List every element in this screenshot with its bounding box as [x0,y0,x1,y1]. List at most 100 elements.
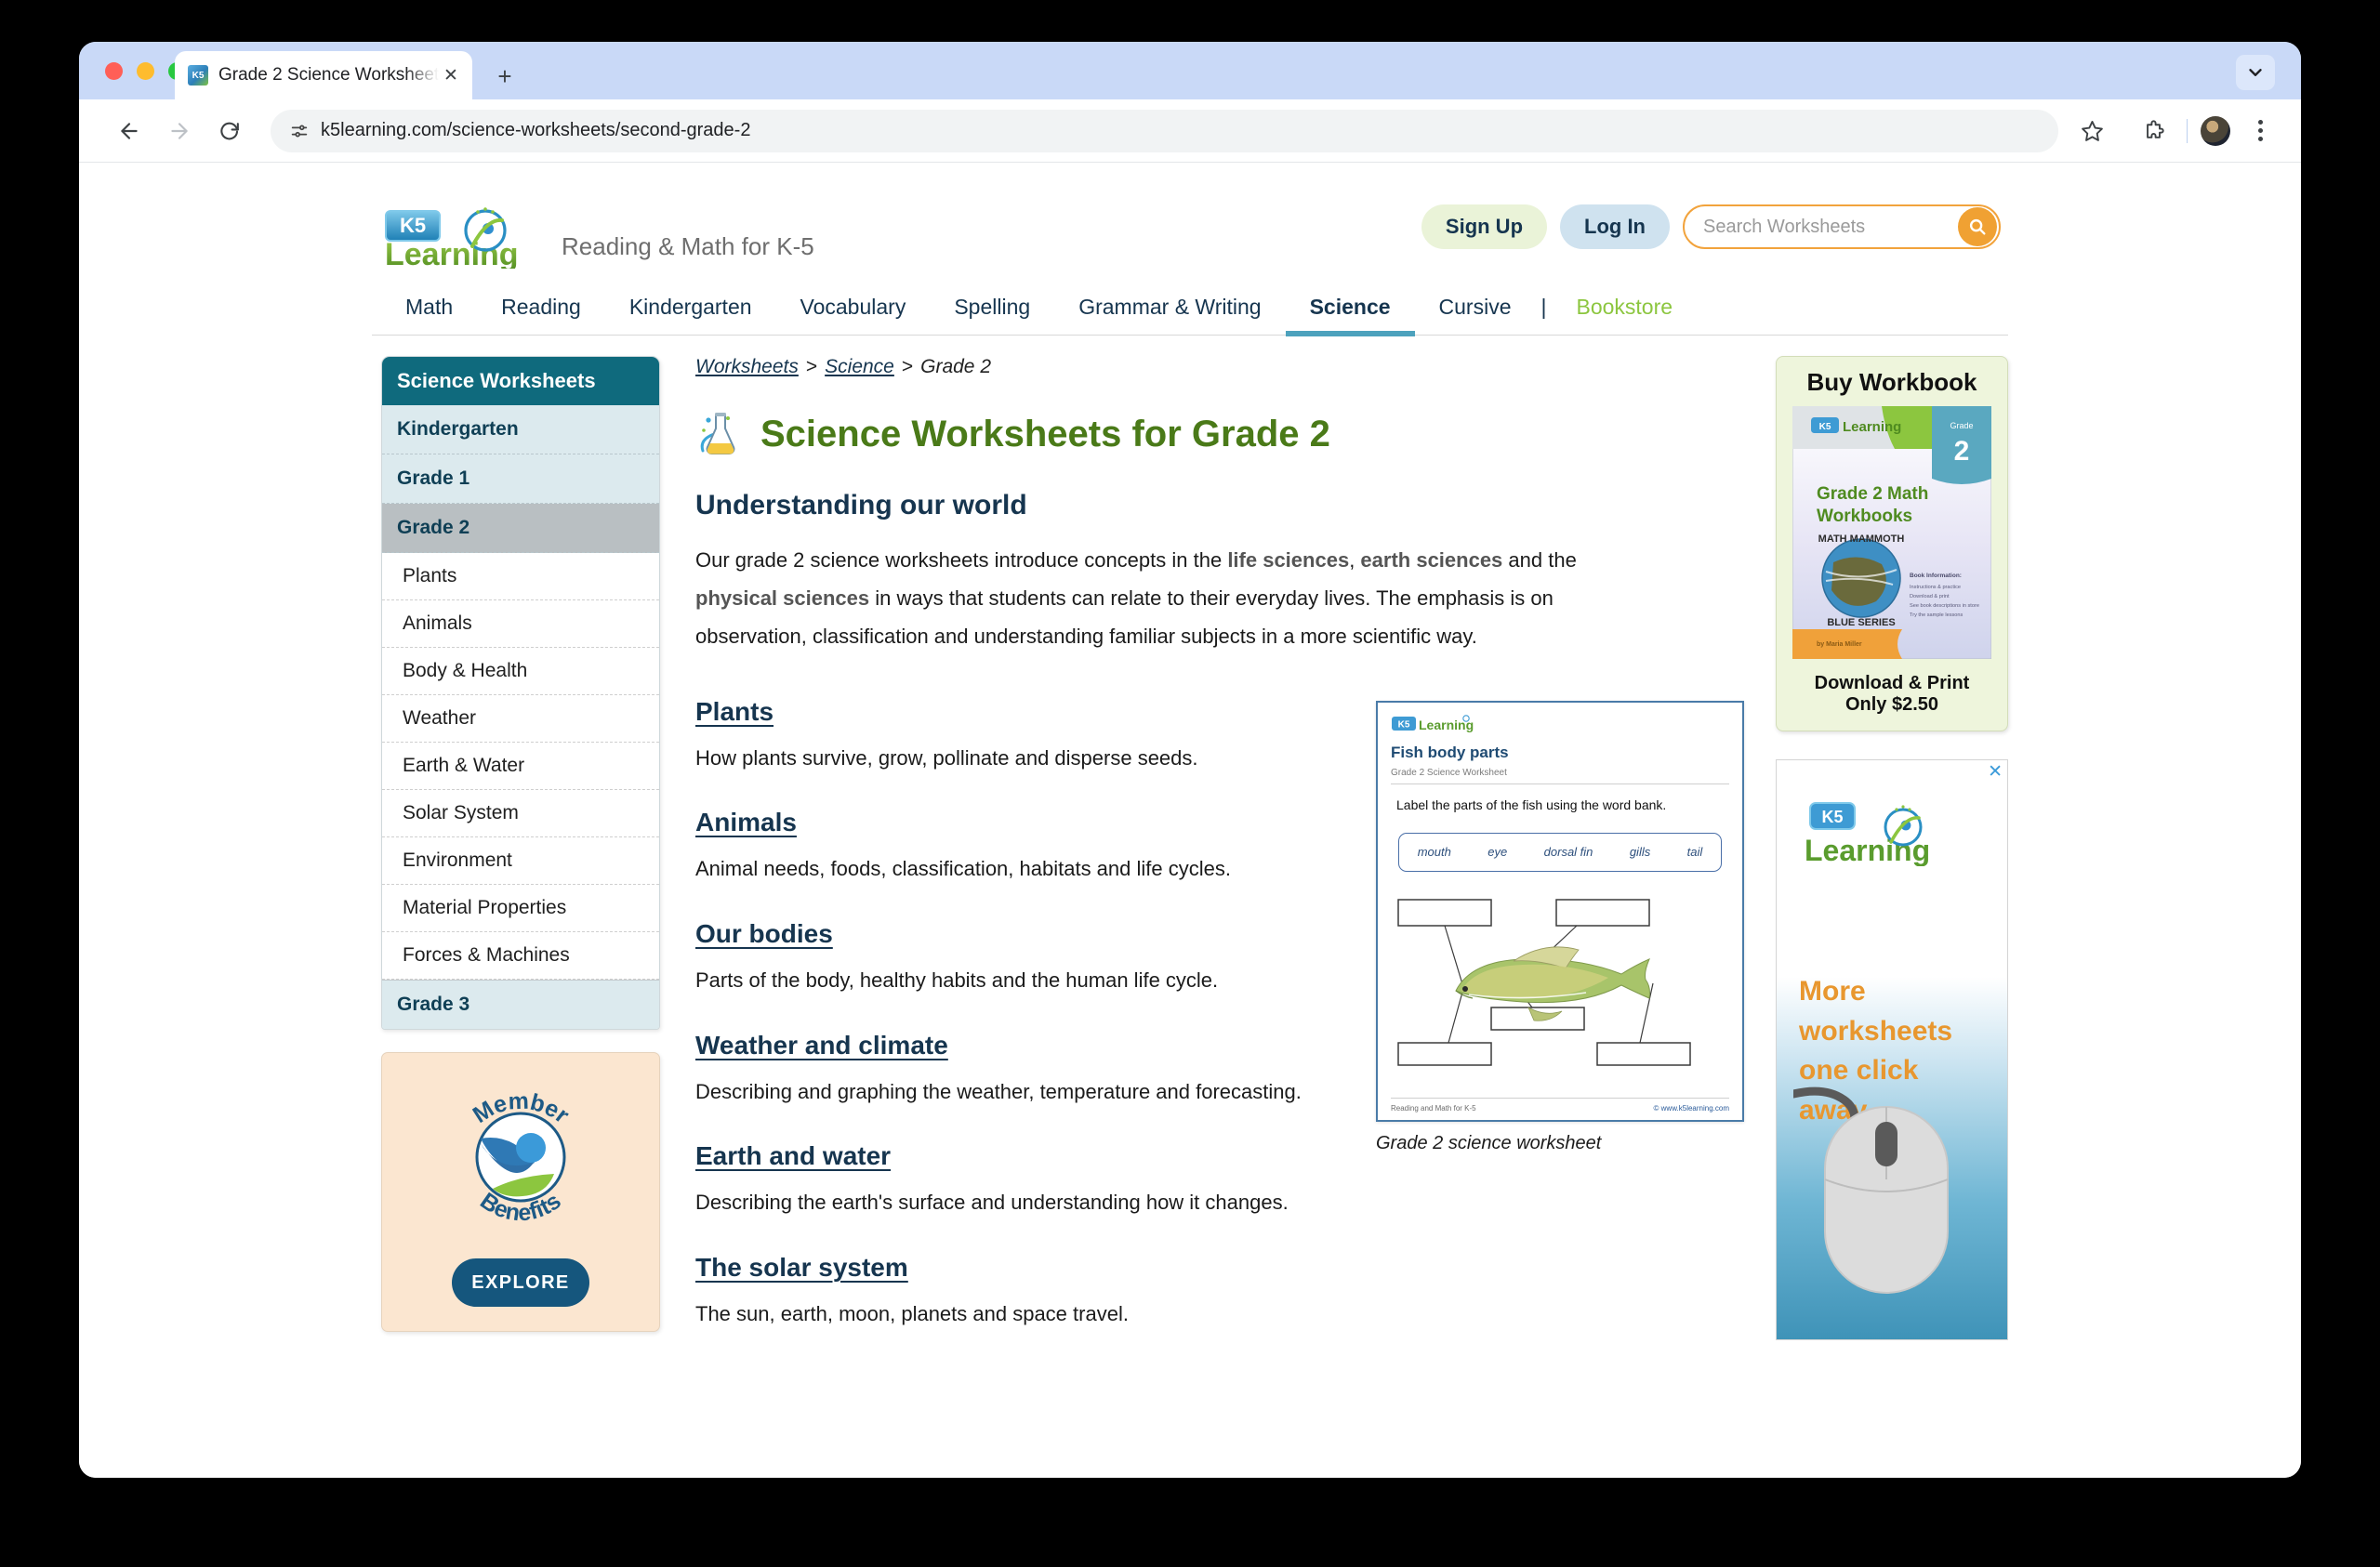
sidebar-item-environment[interactable]: Environment [382,837,659,885]
figure-caption: Grade 2 science worksheet [1376,1132,1602,1153]
sidebar-item-earth-water[interactable]: Earth & Water [382,743,659,790]
new-tab-button[interactable]: + [491,62,519,90]
header-actions: Sign Up Log In [1421,204,2001,249]
site-header: K5 Learning Reading & Math for K-5 Sign … [372,163,2008,283]
nav-item-bookstore[interactable]: Bookstore [1552,295,1697,335]
sidebar-item-plants[interactable]: Plants [382,553,659,600]
content-area: Science Worksheets Kindergarten Grade 1 Gr… [372,336,2008,1363]
nav-item-science[interactable]: Science [1285,295,1415,336]
topic-link-our-bodies[interactable]: Our bodies [695,919,833,949]
page-title: Science Worksheets for Grade 2 [760,413,1330,454]
browser-tab[interactable]: K5 Grade 2 Science Worksheets ✕ [175,51,472,99]
back-icon[interactable] [109,111,150,151]
topic-description: How plants survive, grow, pollinate and … [695,745,1198,770]
sidebar-item-grade-2[interactable]: Grade 2 [382,504,659,553]
svg-text:Learning: Learning [1419,718,1474,732]
worksheet-preview[interactable]: K5 Learning Fish body parts Grade 2 Scie… [1376,700,1744,1122]
intro-paragraph: Our grade 2 science worksheets introduce… [695,542,1658,656]
chevron-down-icon[interactable] [2236,55,2275,90]
svg-text:2: 2 [1954,436,1970,467]
puzzle-icon[interactable] [2133,111,2174,151]
topic-link-the-solar-system[interactable]: The solar system [695,1253,908,1283]
topic-link-plants[interactable]: Plants [695,697,774,727]
worksheet-footer-left: Reading and Math for K-5 [1391,1103,1476,1113]
buy-workbook-footer-1: Download & Print [1814,673,1970,693]
topic-block: Our bodies Parts of the body, healthy hab… [695,919,1328,997]
computer-mouse-icon [1793,1086,1949,1294]
nav-item-kindergarten[interactable]: Kindergarten [605,295,776,335]
k5-learning-logo-icon: K5 Learning [385,207,519,269]
site-logo[interactable]: K5 Learning Reading & Math for K-5 [381,204,814,269]
nav-item-reading[interactable]: Reading [477,295,605,335]
breadcrumb-separator: > [805,356,818,377]
avatar[interactable] [2201,115,2230,146]
three-dots-icon[interactable] [2241,111,2279,151]
advertisement-panel[interactable]: ✕ K5 Learning More worksheets one click awa… [1776,759,2008,1340]
member-benefits-card[interactable]: Member Benefits EXPLORE [381,1052,660,1332]
url-text: k5learning.com/science-worksheets/second… [321,120,751,140]
buy-workbook-title: Buy Workbook [1806,368,1977,396]
nav-item-grammar-writing[interactable]: Grammar & Writing [1054,295,1285,335]
word-bank-item: gills [1629,845,1651,860]
search-box[interactable] [1683,204,2001,249]
breadcrumb-item-worksheets[interactable]: Worksheets [695,356,799,377]
topic-block: Earth and water Describing the earth's su… [695,1141,1328,1219]
breadcrumb-item-science[interactable]: Science [825,356,894,377]
close-icon[interactable]: ✕ [1988,763,2003,781]
breadcrumb: Worksheets > Science > Grade 2 [695,356,1748,378]
reload-icon[interactable] [209,111,250,151]
sidebar-item-grade-3[interactable]: Grade 3 [382,980,659,1029]
topic-description: Describing the earth's surface and under… [695,1191,1289,1215]
sidebar-item-animals[interactable]: Animals [382,600,659,648]
star-icon[interactable] [2071,111,2112,151]
nav-item-spelling[interactable]: Spelling [930,295,1054,335]
tab-strip: K5 Grade 2 Science Worksheets ✕ + [79,42,2301,99]
log-in-button[interactable]: Log In [1560,204,1670,249]
web-page: K5 Learning Reading & Math for K-5 Sign … [79,163,2301,1363]
worksheet-footer-right: © www.k5learning.com [1653,1103,1729,1113]
close-window-button[interactable] [105,62,123,80]
intro-part2: , [1349,548,1361,572]
topic-link-weather-and-climate[interactable]: Weather and climate [695,1031,948,1060]
sidebar-item-weather[interactable]: Weather [382,695,659,743]
topic-block: Animals Animal needs, foods, classificati… [695,808,1328,886]
nav-item-math[interactable]: Math [381,295,477,335]
svg-text:Download & print: Download & print [1910,594,1950,599]
tab-close-icon[interactable]: ✕ [439,63,463,87]
nav-separator: | [1540,295,1547,319]
sidebar-item-solar-system[interactable]: Solar System [382,790,659,837]
word-bank-item: dorsal fin [1543,845,1593,860]
forward-icon[interactable] [159,111,200,151]
site-settings-icon[interactable] [287,119,311,143]
search-input[interactable] [1703,216,1936,238]
sidebar-item-body-health[interactable]: Body & Health [382,648,659,695]
sign-up-button[interactable]: Sign Up [1421,204,1548,249]
workbook-cover-image: Grade 2 K5 Learning Grade 2 Math Workboo… [1792,405,1992,660]
explore-button[interactable]: EXPLORE [452,1258,589,1307]
buy-workbook-card[interactable]: Buy Workbook Grade 2 K5 Learning Grade 2… [1776,356,2008,731]
window-controls [105,62,186,80]
sidebar-heading: Science Worksheets [382,357,659,405]
svg-text:Grade: Grade [1950,421,1973,430]
topic-block: Weather and climate Describing and graphi… [695,1031,1328,1109]
sidebar-item-kindergarten[interactable]: Kindergarten [382,405,659,454]
nav-item-vocabulary[interactable]: Vocabulary [776,295,931,335]
tab-title: Grade 2 Science Worksheets [218,65,439,85]
svg-text:K5: K5 [1398,719,1410,730]
search-icon[interactable] [1958,207,1997,246]
svg-text:K5: K5 [400,214,426,237]
svg-text:See book descriptions in store: See book descriptions in store [1910,603,1979,609]
topic-block: Plants How plants survive, grow, pollinat… [695,697,1328,775]
sidebar-item-forces-machines[interactable]: Forces & Machines [382,932,659,980]
worksheet-footer: Reading and Math for K-5 © www.k5learnin… [1391,1097,1729,1113]
topic-link-earth-and-water[interactable]: Earth and water [695,1141,891,1171]
sidebar-item-material-properties[interactable]: Material Properties [382,885,659,932]
svg-text:BLUE SERIES: BLUE SERIES [1827,617,1895,628]
topic-block: The solar system The sun, earth, moon, pl… [695,1253,1328,1331]
sidebar-item-grade-1[interactable]: Grade 1 [382,454,659,504]
nav-item-cursive[interactable]: Cursive [1415,295,1536,335]
address-bar[interactable]: k5learning.com/science-worksheets/second… [271,109,2058,152]
minimize-window-button[interactable] [137,62,154,80]
page-title-row: Science Worksheets for Grade 2 [695,410,1748,458]
topic-link-animals[interactable]: Animals [695,808,797,837]
